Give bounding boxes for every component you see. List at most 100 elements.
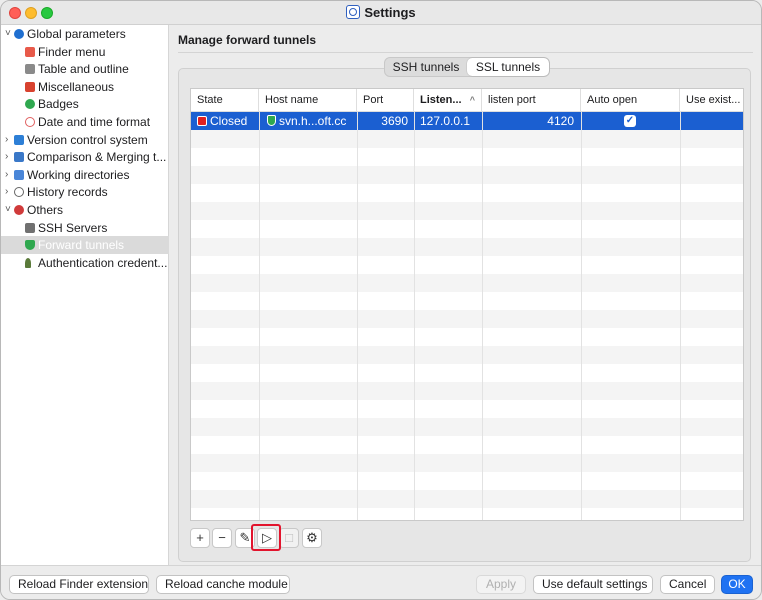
sidebar-item-others[interactable]: ˅ Others (1, 201, 169, 219)
table-row[interactable]: Closed svn.h...oft.cc 3690 127.0.0.1 412… (191, 112, 743, 130)
sidebar-item-label: Authentication credent... (38, 255, 168, 270)
sidebar-item-date-and-time-format[interactable]: Date and time format (1, 113, 169, 131)
sidebar-item-label: SSH Servers (38, 220, 108, 235)
settings-sidebar: ˅ Global parameters Finder menu Table an… (1, 25, 169, 565)
tab-ssl-tunnels[interactable]: SSL tunnels (467, 58, 549, 76)
sidebar-item-authentication-credentials[interactable]: Authentication credent... (1, 254, 169, 272)
table-row-empty (191, 418, 743, 436)
sidebar-item-working-directories[interactable]: › Working directories (1, 166, 169, 184)
add-tunnel-button[interactable]: + (190, 528, 210, 548)
server-icon (25, 222, 35, 233)
window-title-group: Settings (1, 5, 761, 20)
table-row-empty (191, 274, 743, 292)
title-bar: Settings (1, 1, 761, 25)
clock-icon (25, 117, 35, 127)
shield-icon (267, 115, 276, 126)
column-divider (357, 112, 358, 520)
table-header: State Host name Port Listen... ^ listen … (191, 89, 743, 112)
table-row-empty (191, 328, 743, 346)
table-row-empty (191, 166, 743, 184)
table-row-empty (191, 382, 743, 400)
tab-ssh-tunnels[interactable]: SSH tunnels (385, 58, 467, 76)
table-row-empty (191, 184, 743, 202)
remove-tunnel-button[interactable]: − (212, 528, 232, 548)
history-icon (14, 187, 24, 198)
table-row-empty (191, 202, 743, 220)
sidebar-item-history-records[interactable]: › History records (1, 183, 169, 201)
chevron-right-icon[interactable]: › (5, 183, 13, 201)
start-button-highlight (251, 524, 281, 551)
chevron-right-icon[interactable]: › (5, 131, 13, 149)
chevron-right-icon[interactable]: › (5, 148, 13, 166)
sidebar-item-forward-tunnels[interactable]: Forward tunnels (1, 236, 169, 255)
sidebar-item-global-parameters[interactable]: ˅ Global parameters (1, 25, 169, 43)
column-header-listen-port[interactable]: listen port (482, 89, 581, 112)
cancel-button[interactable]: Cancel (660, 575, 715, 594)
column-divider (680, 112, 681, 520)
settings-window: Settings ˅ Global parameters Finder menu… (0, 0, 762, 600)
table-row-empty (191, 310, 743, 328)
app-icon (346, 5, 361, 19)
table-row-empty (191, 130, 743, 148)
table-row-empty (191, 238, 743, 256)
check-circle-icon (25, 99, 35, 110)
reload-cache-module-button[interactable]: Reload canche module (156, 575, 290, 594)
sidebar-item-label: Comparison & Merging t... (27, 150, 167, 165)
table-body: Closed svn.h...oft.cc 3690 127.0.0.1 412… (191, 112, 743, 520)
table-icon (25, 64, 35, 75)
chevron-down-icon[interactable]: ˅ (5, 201, 13, 219)
chevron-down-icon[interactable]: ˅ (5, 25, 13, 43)
column-divider (414, 112, 415, 520)
cell-port: 3690 (381, 114, 408, 128)
chevron-right-icon[interactable]: › (5, 166, 13, 184)
key-icon (25, 257, 31, 268)
sidebar-item-label: Finder menu (38, 44, 106, 59)
others-icon (14, 205, 24, 215)
gear-icon (14, 29, 24, 39)
sidebar-item-comparison-merging[interactable]: › Comparison & Merging t... (1, 148, 169, 166)
ok-button[interactable]: OK (721, 575, 753, 594)
table-row-empty (191, 148, 743, 166)
stop-tunnel-button[interactable]: □ (279, 528, 299, 548)
tunnel-type-segmented-control: SSH tunnels SSL tunnels (384, 57, 550, 77)
sidebar-item-label: Others (27, 203, 64, 217)
sidebar-item-label: Table and outline (38, 62, 129, 77)
sidebar-item-miscellaneous[interactable]: Miscellaneous (1, 78, 169, 96)
sidebar-item-label: Miscellaneous (38, 79, 115, 94)
compare-icon (14, 152, 24, 163)
main-panel: Manage forward tunnels SSH tunnels SSL t… (170, 25, 761, 565)
sidebar-item-label: Working directories (27, 167, 130, 182)
sidebar-item-ssh-servers[interactable]: SSH Servers (1, 219, 169, 237)
table-row-empty (191, 490, 743, 508)
table-row-empty (191, 454, 743, 472)
column-header-label: Listen... (420, 94, 462, 106)
column-divider (259, 112, 260, 520)
sidebar-item-label: Global parameters (27, 27, 126, 41)
state-closed-icon (197, 116, 207, 126)
reload-finder-extension-button[interactable]: Reload Finder extension (9, 575, 149, 594)
table-row-empty (191, 256, 743, 274)
sidebar-item-version-control-system[interactable]: › Version control system (1, 131, 169, 149)
table-row-empty (191, 400, 743, 418)
sidebar-item-badges[interactable]: Badges (1, 95, 169, 113)
layers-icon (14, 134, 24, 145)
sort-ascending-icon: ^ (469, 95, 475, 105)
apply-button[interactable]: Apply (476, 575, 526, 594)
column-header-host-name[interactable]: Host name (259, 89, 357, 112)
column-header-use-existing[interactable]: Use exist... (680, 89, 743, 112)
use-default-settings-button[interactable]: Use default settings (533, 575, 653, 594)
tunnel-settings-button[interactable]: ⚙ (302, 528, 322, 548)
sidebar-item-finder-menu[interactable]: Finder menu (1, 43, 169, 61)
sidebar-item-label: History records (27, 185, 108, 200)
column-header-auto-open[interactable]: Auto open (581, 89, 680, 112)
cell-listen-address: 127.0.0.1 (420, 114, 471, 128)
title-divider (178, 52, 753, 53)
sidebar-item-table-and-outline[interactable]: Table and outline (1, 60, 169, 78)
sidebar-item-label: Date and time format (38, 115, 151, 129)
cell-listen-port: 4120 (547, 114, 574, 128)
auto-open-checkbox[interactable]: ✓ (624, 115, 636, 127)
table-row-empty (191, 472, 743, 490)
column-header-state[interactable]: State (191, 89, 259, 112)
column-header-listen[interactable]: Listen... ^ (414, 89, 482, 112)
column-header-port[interactable]: Port (357, 89, 414, 112)
